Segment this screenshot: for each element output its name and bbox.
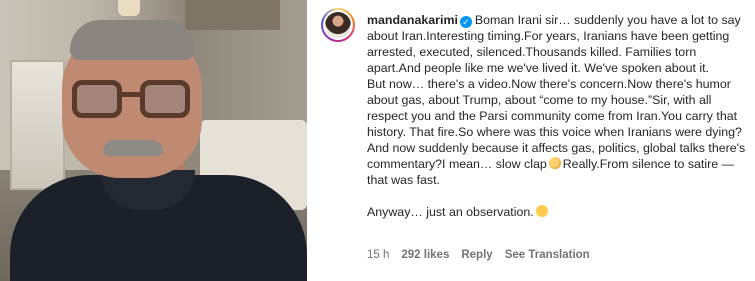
see-translation-button[interactable]: See Translation [505,249,590,261]
likes-count[interactable]: 292 likes [401,249,449,261]
verified-badge-icon: ✓ [459,16,472,28]
person-hair [70,20,195,60]
ceiling-lamp [118,0,140,16]
clapping-hands-emoji-icon [548,157,561,169]
comment-paragraph-2: But now… there's a video.Now there's con… [367,76,749,188]
comment-paragraph-3: Anyway… just an observation. [367,204,749,220]
glasses-bridge [120,92,142,97]
glasses-right-lens [140,80,190,118]
glasses-left-lens [72,80,122,118]
person-mustache [103,140,163,156]
avatar-image [325,12,351,38]
video-thumbnail[interactable] [0,0,307,281]
smiling-face-emoji-icon [535,205,548,217]
avatar-inner [323,10,353,40]
comment-timestamp[interactable]: 15 h [367,249,389,261]
reply-button[interactable]: Reply [461,249,492,261]
avatar[interactable] [321,8,355,42]
comment-paragraph-1: mandanakarimi ✓ Boman Irani sir… suddenly … [367,12,749,76]
comment-meta: 15 h 292 likes Reply See Translation [367,249,590,261]
comment-body: mandanakarimi ✓ Boman Irani sir… suddenly … [367,12,749,220]
wall-frame [185,0,280,30]
comment-text-3: Anyway… just an observation. [367,205,534,219]
background-door [10,60,65,190]
username-link[interactable]: mandanakarimi [367,13,458,27]
